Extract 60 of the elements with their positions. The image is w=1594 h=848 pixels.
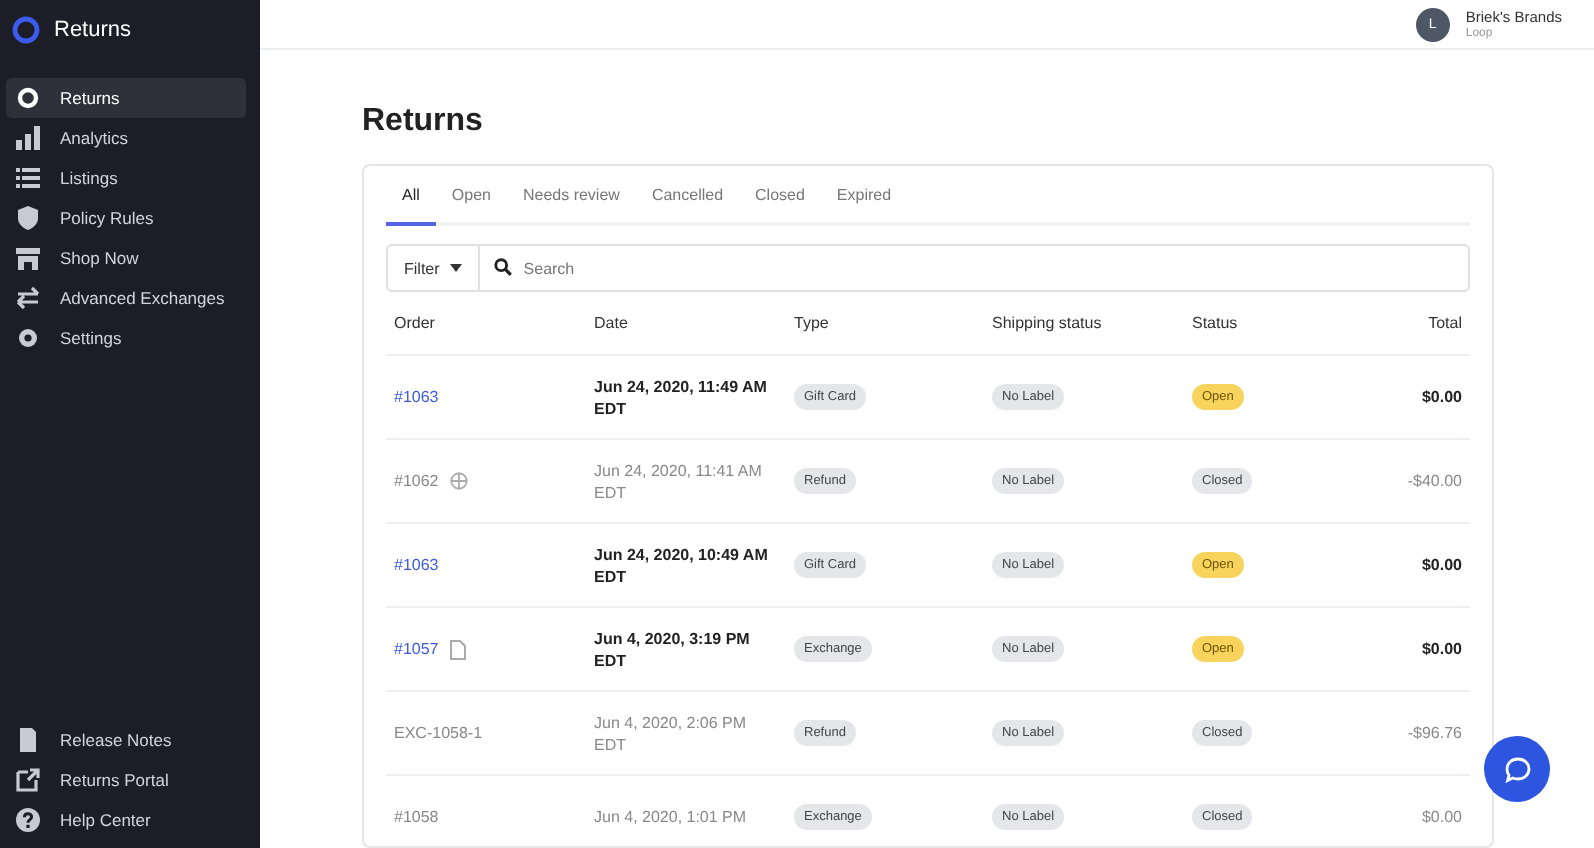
tab[interactable]: Cancelled	[635, 166, 740, 226]
order-number: EXC-1058-1	[394, 724, 483, 742]
store-icon	[16, 246, 40, 270]
total-cell: $0.00	[1421, 808, 1462, 826]
column-header: Date	[592, 312, 630, 336]
sidebar-item[interactable]: Release Notes	[6, 720, 246, 760]
app-title: Returns	[54, 18, 132, 42]
external-link-icon	[16, 768, 40, 792]
tab[interactable]: Open	[435, 166, 507, 226]
sidebar-item[interactable]: Returns Portal	[6, 760, 246, 800]
ring-icon	[16, 86, 40, 110]
arrows-icon	[16, 286, 40, 310]
date-cell: Jun 4, 2020, 1:01 PM	[594, 806, 747, 828]
column-header: Type	[792, 312, 831, 336]
total-cell: $0.00	[1421, 640, 1462, 658]
page-title: Returns	[362, 104, 485, 140]
sidebar-item[interactable]: Listings	[6, 158, 246, 198]
filter-button[interactable]: Filter	[386, 244, 480, 292]
shield-icon	[16, 206, 40, 230]
sidebar-item[interactable]: Advanced Exchanges	[6, 278, 246, 318]
list-icon	[16, 166, 40, 190]
tab[interactable]: Needs review	[506, 166, 636, 226]
total-cell: $0.00	[1421, 388, 1462, 406]
sidebar-item[interactable]: Policy Rules	[6, 198, 246, 238]
sidebar-item[interactable]: Returns	[6, 78, 246, 118]
order-link[interactable]: #1057	[394, 640, 439, 658]
tab[interactable]: Expired	[820, 166, 908, 226]
caret-icon	[449, 264, 462, 272]
order-link[interactable]: #1063	[394, 388, 439, 406]
document-icon	[450, 639, 467, 659]
column-header: Total	[1426, 312, 1464, 336]
sidebar-item[interactable]: Shop Now	[6, 238, 246, 278]
document-icon	[16, 728, 40, 752]
settings-icon	[16, 326, 40, 350]
ring-logo-icon	[12, 16, 40, 44]
search-field[interactable]: Search	[479, 244, 1470, 292]
date-cell: Jun 4, 2020, 2:06 PM EDT	[594, 711, 747, 755]
sidebar-item[interactable]: Settings	[6, 318, 246, 358]
chat-bubble-icon	[1503, 755, 1531, 783]
date-cell: Jun 4, 2020, 3:19 PM EDT	[594, 627, 750, 671]
tab[interactable]: Closed	[739, 166, 821, 226]
sidebar-item[interactable]: Analytics	[6, 118, 246, 158]
help-icon	[16, 808, 40, 832]
sidebar-item[interactable]: Help Center	[6, 800, 246, 840]
date-cell: Jun 24, 2020, 11:49 AM EDT	[594, 375, 767, 419]
chat-button[interactable]	[1484, 736, 1550, 802]
column-header: Order	[392, 312, 437, 336]
order-number: #1062	[394, 472, 439, 490]
total-cell: $0.00	[1421, 556, 1462, 574]
total-cell: -$96.76	[1407, 724, 1462, 742]
column-header: Status	[1190, 312, 1240, 336]
order-number: #1058	[394, 808, 439, 826]
bar-chart-icon	[16, 126, 40, 150]
order-link[interactable]: #1063	[394, 556, 439, 574]
date-cell: Jun 24, 2020, 11:41 AM EDT	[594, 459, 762, 503]
total-cell: -$40.00	[1407, 472, 1462, 490]
tab[interactable]: All	[386, 166, 436, 226]
column-header: Shipping status	[990, 312, 1104, 336]
globe-icon	[450, 472, 469, 490]
date-cell: Jun 24, 2020, 10:49 AM EDT	[594, 543, 768, 587]
